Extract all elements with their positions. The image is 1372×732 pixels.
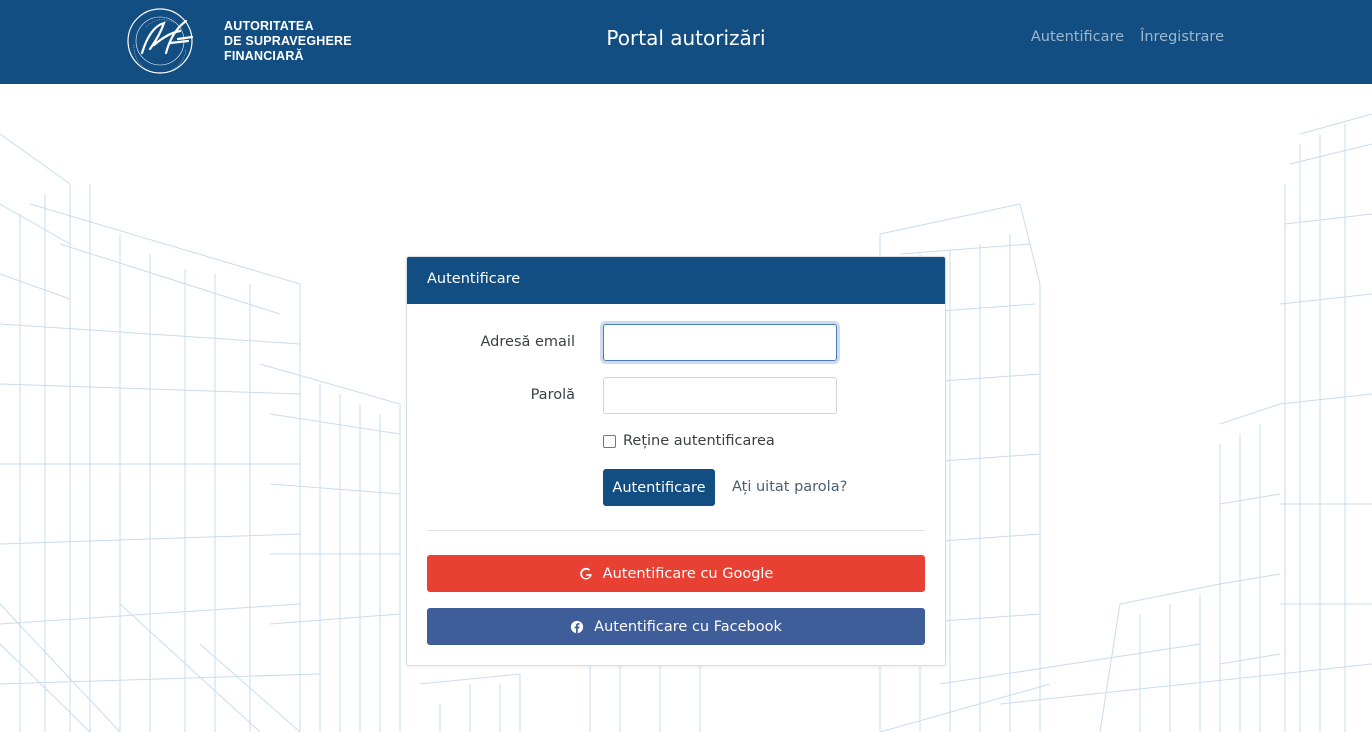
login-card: Autentificare Adresă email Parolă Reține… (406, 256, 946, 666)
facebook-login-label: Autentificare cu Facebook (594, 618, 782, 635)
remember-me-row: Reține autentificarea (603, 433, 775, 449)
password-label: Parolă (530, 387, 575, 403)
forgot-password-link[interactable]: Ați uitat parola? (732, 479, 847, 495)
logo-text-line-3: FINANCIARĂ (224, 48, 304, 63)
remember-me-label[interactable]: Reține autentificarea (623, 433, 775, 449)
email-input[interactable] (603, 324, 837, 361)
remember-me-checkbox[interactable] (603, 434, 616, 448)
google-login-label: Autentificare cu Google (602, 565, 774, 582)
nav-links: Autentificare Înregistrare (1031, 29, 1224, 45)
facebook-icon (571, 620, 584, 633)
nav-register-link[interactable]: Înregistrare (1140, 29, 1224, 45)
top-navbar: AUTORITATEA DE SUPRAVEGHERE FINANCIARĂ P… (0, 0, 1372, 84)
password-input[interactable] (603, 377, 837, 414)
divider (427, 530, 925, 531)
facebook-login-button[interactable]: Autentificare cu Facebook (427, 608, 925, 645)
google-login-button[interactable]: Autentificare cu Google (427, 555, 925, 592)
email-label: Adresă email (480, 334, 575, 350)
google-g-icon (579, 567, 592, 579)
login-submit-button[interactable]: Autentificare (603, 469, 715, 506)
nav-login-link[interactable]: Autentificare (1031, 29, 1124, 45)
login-card-header: Autentificare (407, 257, 945, 304)
